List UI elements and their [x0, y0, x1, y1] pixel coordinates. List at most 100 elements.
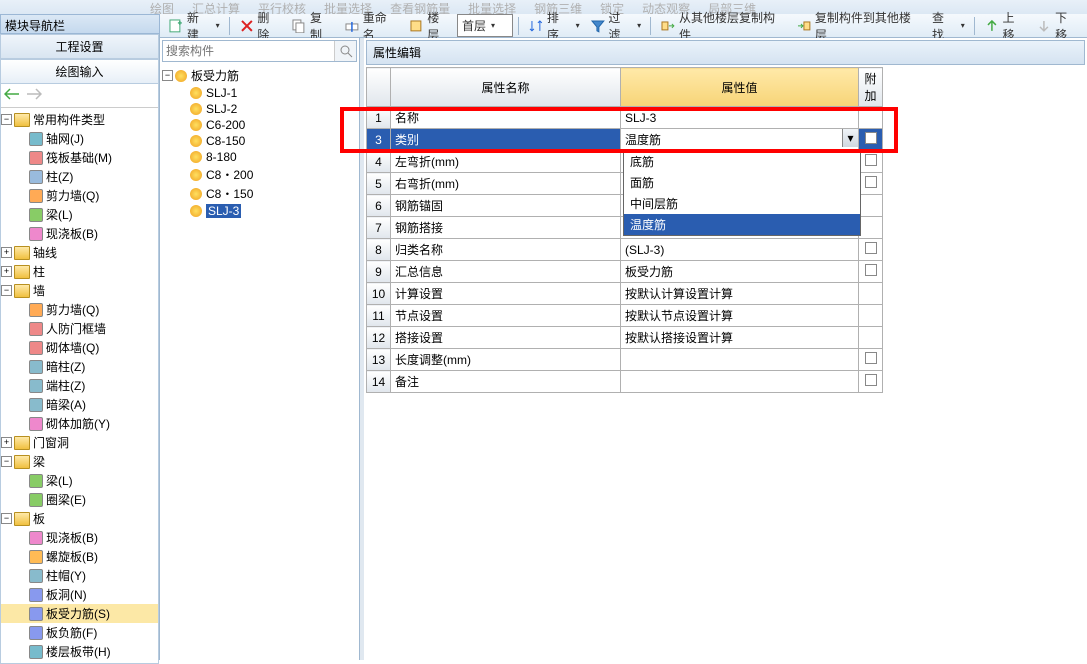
property-row[interactable]: 9汇总信息板受力筋 — [367, 261, 883, 283]
tree-leaf[interactable]: 柱帽(Y) — [1, 566, 158, 585]
tree-folder[interactable]: −常用构件类型 — [1, 110, 158, 129]
tree-leaf[interactable]: 暗柱(Z) — [1, 357, 158, 376]
tree-folder[interactable]: −板 — [1, 509, 158, 528]
collapse-icon[interactable]: − — [1, 513, 12, 524]
tree-leaf[interactable]: 现浇板(B) — [1, 224, 158, 243]
checkbox-icon[interactable] — [865, 242, 877, 254]
collapse-icon[interactable]: − — [1, 114, 12, 125]
accordion-project-settings[interactable]: 工程设置 — [0, 34, 159, 59]
tree-leaf[interactable]: 板受力筋(S) — [1, 604, 158, 623]
tree-leaf[interactable]: 暗梁(A) — [1, 395, 158, 414]
dropdown-option[interactable]: 面筋 — [624, 172, 860, 193]
property-row[interactable]: 8归类名称(SLJ-3) — [367, 239, 883, 261]
property-value-cell[interactable]: SLJ-3 — [621, 107, 859, 129]
search-button[interactable] — [334, 41, 356, 61]
tree-leaf[interactable]: 现浇板(B) — [1, 528, 158, 547]
property-row[interactable]: 1名称SLJ-3 — [367, 107, 883, 129]
component-item[interactable]: SLJ-1 — [162, 85, 357, 101]
checkbox-icon[interactable] — [865, 132, 877, 144]
attach-cell[interactable] — [859, 283, 883, 305]
tree-leaf[interactable]: 梁(L) — [1, 205, 158, 224]
component-group[interactable]: −板受力筋 — [162, 66, 357, 85]
attach-cell[interactable] — [859, 129, 883, 151]
tree-leaf[interactable]: 板负筋(F) — [1, 623, 158, 642]
dropdown-option[interactable]: 温度筋 — [624, 214, 860, 235]
checkbox-icon[interactable] — [865, 374, 877, 386]
dropdown-option[interactable]: 中间层筋 — [624, 193, 860, 214]
attach-cell[interactable] — [859, 261, 883, 283]
property-value-cell[interactable]: (SLJ-3) — [621, 239, 859, 261]
property-value-cell[interactable] — [621, 349, 859, 371]
tree-leaf[interactable]: 梁(L) — [1, 471, 158, 490]
col-property-value[interactable]: 属性值 — [621, 68, 859, 107]
component-item[interactable]: C8・200 — [162, 165, 357, 184]
component-item[interactable]: C8・150 — [162, 184, 357, 203]
attach-cell[interactable] — [859, 305, 883, 327]
component-item[interactable]: 8-180 — [162, 149, 357, 165]
component-item[interactable]: SLJ-3 — [162, 203, 357, 219]
tree-leaf[interactable]: 砌体加筋(Y) — [1, 414, 158, 433]
collapse-icon[interactable]: − — [162, 70, 173, 81]
attach-cell[interactable] — [859, 107, 883, 129]
tree-leaf[interactable]: 剪力墙(Q) — [1, 300, 158, 319]
attach-cell[interactable] — [859, 327, 883, 349]
collapse-icon[interactable]: − — [1, 285, 12, 296]
property-row[interactable]: 11节点设置按默认节点设置计算 — [367, 305, 883, 327]
tree-folder[interactable]: −梁 — [1, 452, 158, 471]
attach-cell[interactable] — [859, 217, 883, 239]
property-row[interactable]: 12搭接设置按默认搭接设置计算 — [367, 327, 883, 349]
checkbox-icon[interactable] — [865, 264, 877, 276]
property-value-cell[interactable]: 温度筋▾ — [621, 129, 859, 151]
attach-cell[interactable] — [859, 195, 883, 217]
search-input[interactable] — [163, 41, 334, 61]
attach-cell[interactable] — [859, 371, 883, 393]
property-row[interactable]: 14备注 — [367, 371, 883, 393]
collapse-icon[interactable]: − — [1, 456, 12, 467]
attach-cell[interactable] — [859, 151, 883, 173]
property-row[interactable]: 13长度调整(mm) — [367, 349, 883, 371]
tree-leaf[interactable]: 楼层板带(H) — [1, 642, 158, 661]
category-dropdown[interactable]: 底筋面筋中间层筋温度筋 — [623, 150, 861, 236]
tree-folder[interactable]: +门窗洞 — [1, 433, 158, 452]
tree-leaf[interactable]: 圈梁(E) — [1, 490, 158, 509]
checkbox-icon[interactable] — [865, 352, 877, 364]
tree-folder[interactable]: −墙 — [1, 281, 158, 300]
attach-cell[interactable] — [859, 173, 883, 195]
attach-cell[interactable] — [859, 349, 883, 371]
tree-folder[interactable]: +柱 — [1, 262, 158, 281]
tree-leaf[interactable]: 轴网(J) — [1, 129, 158, 148]
component-item[interactable]: C8-150 — [162, 133, 357, 149]
expand-icon[interactable]: + — [1, 266, 12, 277]
dropdown-arrow-icon[interactable]: ▾ — [842, 129, 858, 147]
checkbox-icon[interactable] — [865, 154, 877, 166]
property-value-cell[interactable] — [621, 371, 859, 393]
tree-leaf[interactable]: 螺旋板(B) — [1, 547, 158, 566]
expand-icon[interactable]: + — [1, 437, 12, 448]
component-item[interactable]: SLJ-2 — [162, 101, 357, 117]
property-value-cell[interactable]: 按默认搭接设置计算 — [621, 327, 859, 349]
tree-leaf[interactable]: 筏板基础(M) — [1, 148, 158, 167]
nav-back-icon[interactable] — [4, 87, 20, 104]
checkbox-icon[interactable] — [865, 176, 877, 188]
col-attach[interactable]: 附加 — [859, 68, 883, 107]
property-value-cell[interactable]: 按默认计算设置计算 — [621, 283, 859, 305]
tree-leaf[interactable]: 端柱(Z) — [1, 376, 158, 395]
tree-folder[interactable]: +轴线 — [1, 243, 158, 262]
floor-select[interactable]: 首层▾ — [457, 14, 513, 37]
property-row[interactable]: 3类别温度筋▾ — [367, 129, 883, 151]
nav-fwd-icon[interactable] — [26, 87, 42, 104]
property-value-cell[interactable]: 按默认节点设置计算 — [621, 305, 859, 327]
accordion-drawing-input[interactable]: 绘图输入 — [0, 59, 159, 84]
tree-leaf[interactable]: 板洞(N) — [1, 585, 158, 604]
dropdown-option[interactable]: 底筋 — [624, 151, 860, 172]
tree-leaf[interactable]: 人防门框墙 — [1, 319, 158, 338]
expand-icon[interactable]: + — [1, 247, 12, 258]
component-item[interactable]: C6-200 — [162, 117, 357, 133]
col-property-name[interactable]: 属性名称 — [391, 68, 621, 107]
tree-leaf[interactable]: 砌体墙(Q) — [1, 338, 158, 357]
tree-leaf[interactable]: 剪力墙(Q) — [1, 186, 158, 205]
property-value-cell[interactable]: 板受力筋 — [621, 261, 859, 283]
tree-leaf[interactable]: 柱(Z) — [1, 167, 158, 186]
attach-cell[interactable] — [859, 239, 883, 261]
property-row[interactable]: 10计算设置按默认计算设置计算 — [367, 283, 883, 305]
